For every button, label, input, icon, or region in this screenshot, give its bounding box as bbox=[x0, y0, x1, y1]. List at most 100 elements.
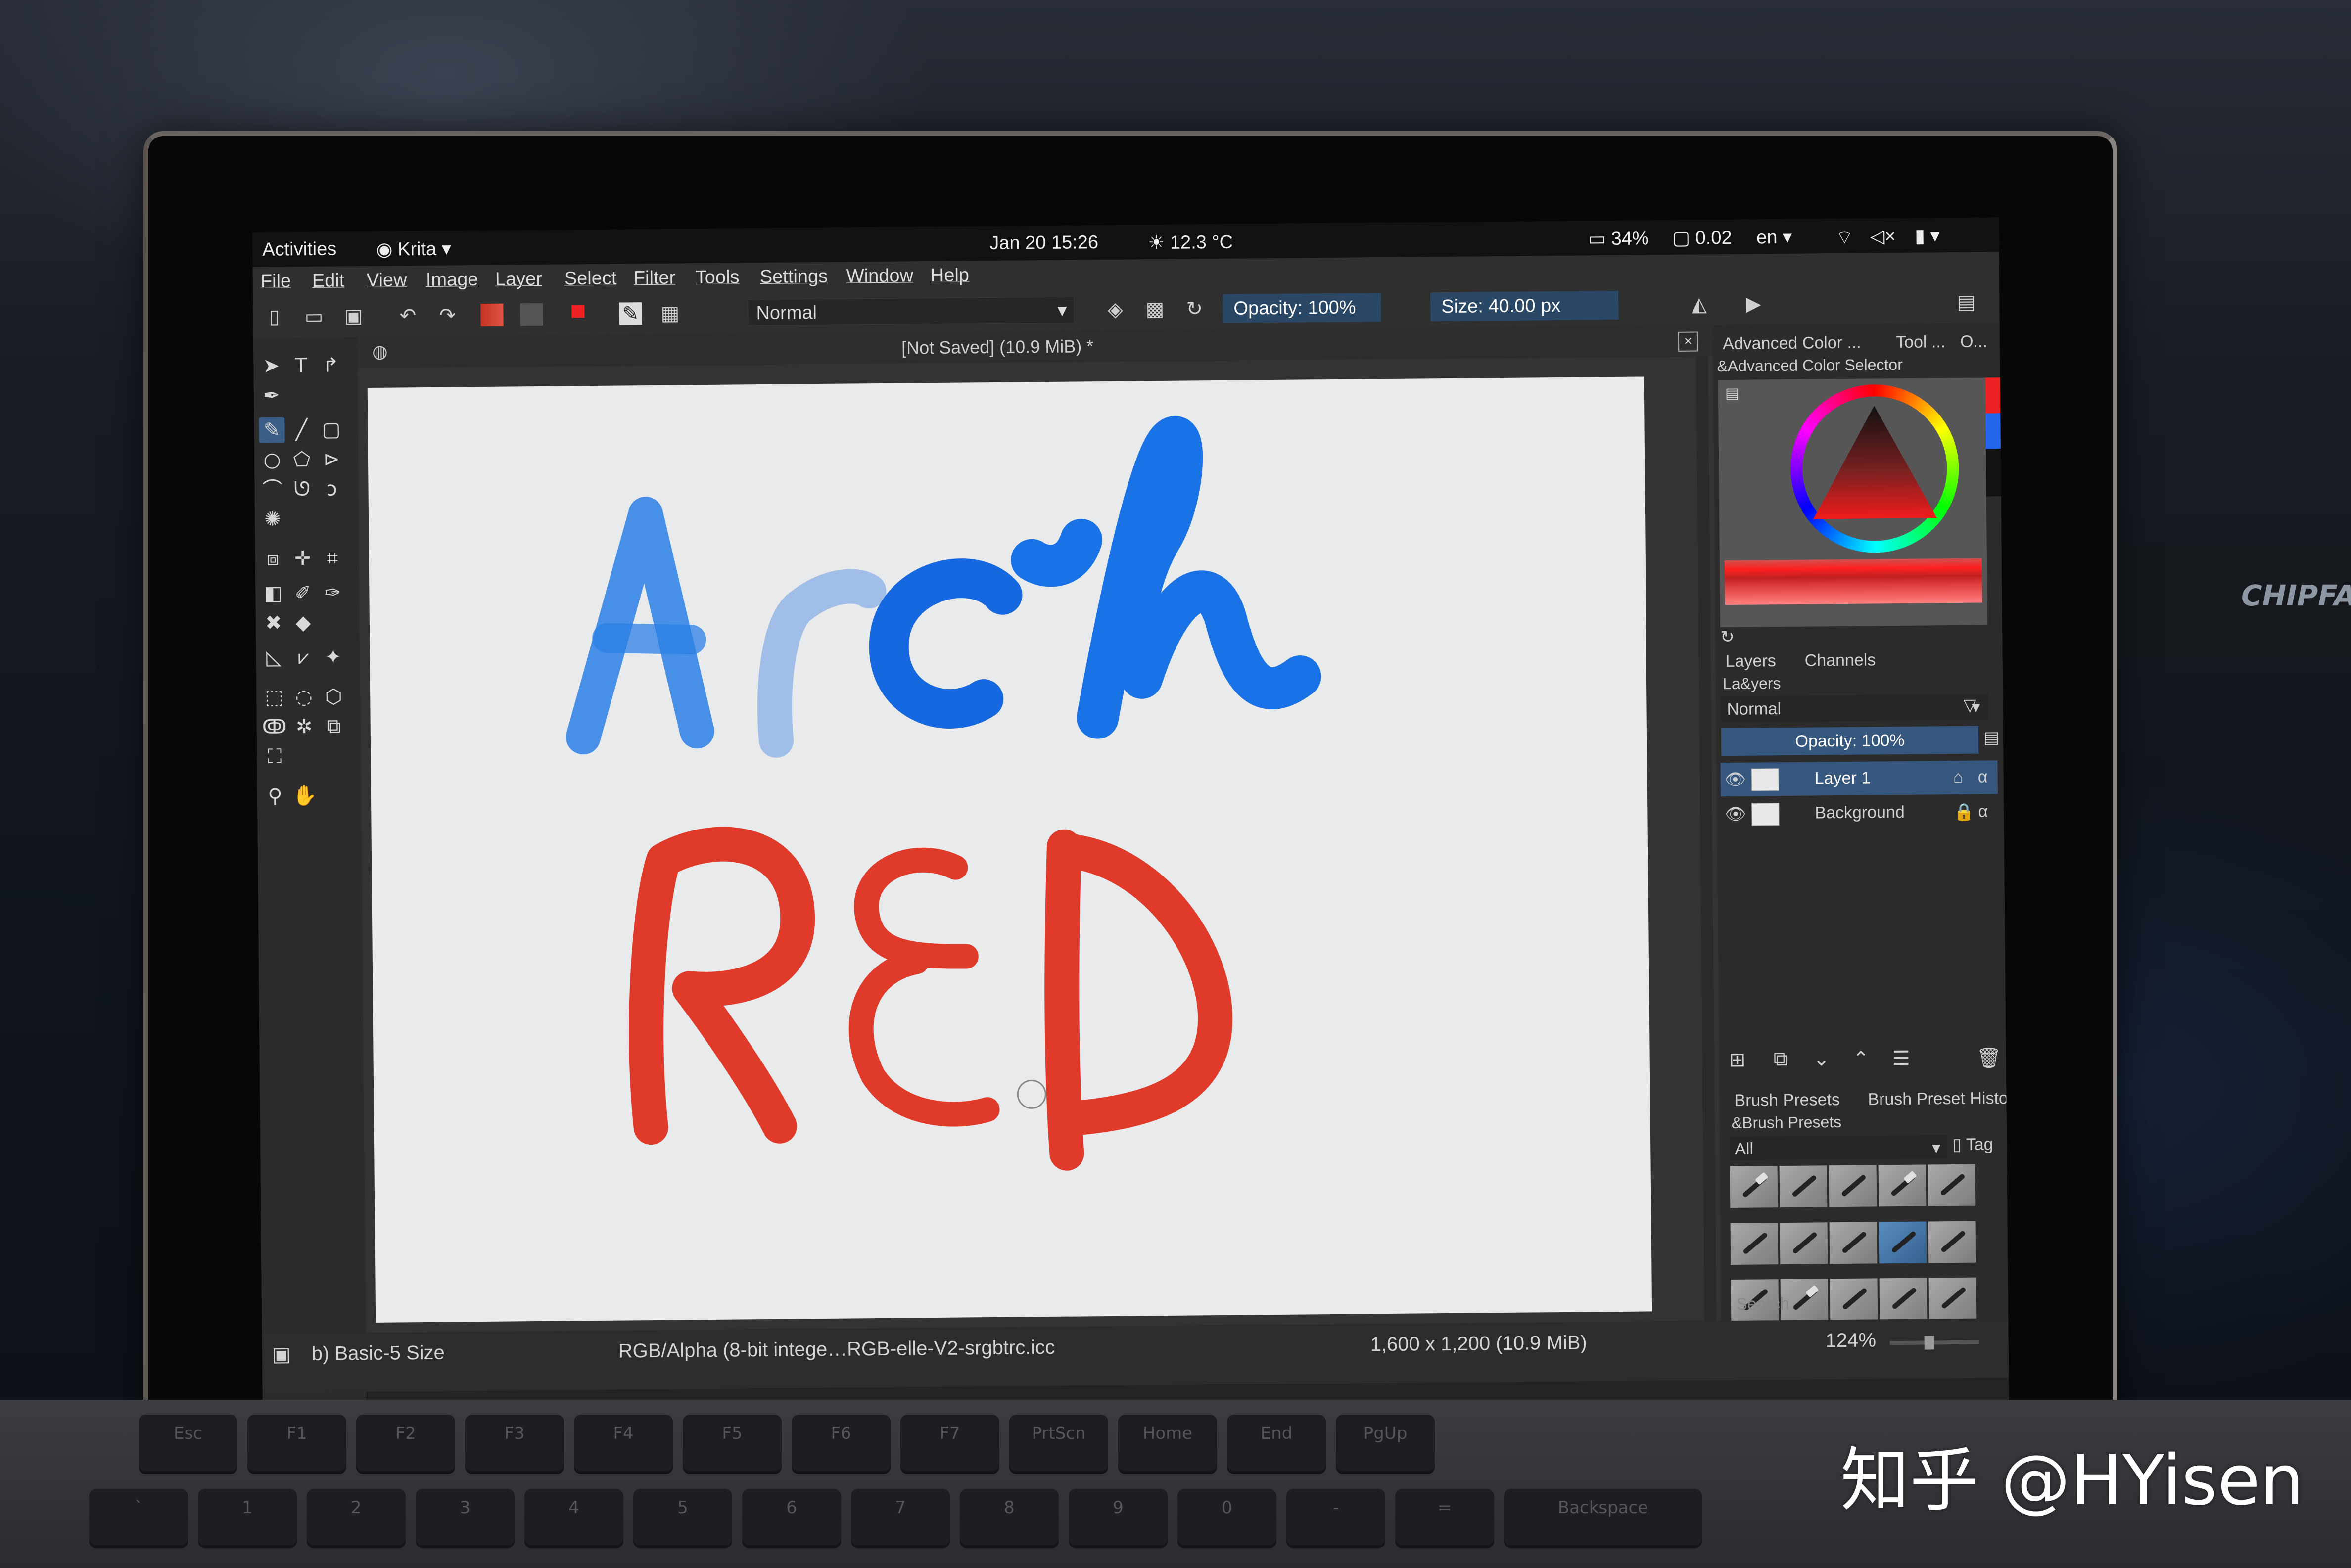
close-icon[interactable]: × bbox=[1678, 331, 1698, 352]
brush-preset[interactable] bbox=[1928, 1164, 1976, 1206]
polyline-tool-icon[interactable]: ⊳ bbox=[319, 446, 344, 472]
key[interactable]: PgUp bbox=[1336, 1415, 1435, 1474]
weather[interactable]: ☀ 12.3 °C bbox=[1148, 231, 1233, 254]
blend-mode-select[interactable]: Normal ▾ bbox=[748, 296, 1075, 326]
similar-select-tool-icon[interactable]: ⧉ bbox=[321, 713, 346, 739]
key[interactable]: F5 bbox=[683, 1415, 782, 1474]
freehand-brush-tool-icon[interactable]: ✎ bbox=[259, 417, 285, 443]
menu-help[interactable]: Help bbox=[931, 265, 970, 286]
freehand-path-tool-icon[interactable]: ᘎ bbox=[289, 476, 315, 502]
menu-settings[interactable]: Settings bbox=[760, 266, 828, 288]
eye-icon[interactable]: 👁 bbox=[1725, 770, 1746, 789]
key[interactable]: 0 bbox=[1177, 1489, 1276, 1548]
key[interactable]: 1 bbox=[198, 1489, 297, 1548]
current-brush[interactable]: b) Basic-5 Size bbox=[312, 1342, 445, 1365]
zoom-slider-handle[interactable] bbox=[1924, 1336, 1934, 1350]
tab-layers[interactable]: Layers bbox=[1726, 651, 1776, 671]
bezier-select-tool-icon[interactable]: ⛶ bbox=[262, 743, 287, 769]
rectangle-tool-icon[interactable]: ▢ bbox=[318, 416, 344, 442]
key[interactable]: 4 bbox=[524, 1489, 623, 1548]
crop-tool-icon[interactable]: ⌗ bbox=[320, 545, 345, 571]
key[interactable]: Home bbox=[1118, 1415, 1217, 1474]
smart-patch-tool-icon[interactable]: ✑ bbox=[320, 580, 345, 605]
eye-icon[interactable]: 👁 bbox=[1725, 804, 1746, 824]
key[interactable]: ` bbox=[89, 1489, 188, 1548]
volume-muted-icon[interactable]: ◁× bbox=[1870, 225, 1896, 247]
menu-view[interactable]: View bbox=[367, 270, 407, 291]
tab-overview[interactable]: O... bbox=[1960, 332, 1987, 351]
save-icon[interactable]: ▣ bbox=[342, 305, 365, 327]
tab-brush-preset-history[interactable]: Brush Preset History bbox=[1868, 1089, 2009, 1109]
brush-preset[interactable] bbox=[1878, 1164, 1927, 1207]
layer-opacity-slider[interactable]: Opacity: 100% bbox=[1721, 726, 1979, 756]
mirror-vertical-icon[interactable]: ▶ bbox=[1742, 292, 1765, 315]
rect-select-tool-icon[interactable]: ⬚ bbox=[261, 684, 287, 710]
key[interactable]: 6 bbox=[742, 1489, 841, 1548]
settings-icon[interactable]: ▤ bbox=[1725, 385, 1740, 402]
menu-edit[interactable]: Edit bbox=[312, 270, 345, 292]
inherit-alpha-icon[interactable]: α bbox=[1978, 767, 1988, 786]
zoom-slider[interactable] bbox=[1889, 1336, 1979, 1350]
key[interactable]: F7 bbox=[900, 1415, 999, 1474]
pan-tool-icon[interactable]: ✋ bbox=[292, 783, 318, 809]
key[interactable]: 7 bbox=[851, 1489, 950, 1548]
open-folder-icon[interactable]: ▭ bbox=[302, 305, 325, 328]
ellipse-select-tool-icon[interactable]: ◌ bbox=[291, 684, 317, 710]
key[interactable]: F2 bbox=[356, 1415, 455, 1474]
zoom-level[interactable]: 124% bbox=[1825, 1329, 1876, 1352]
menu-file[interactable]: File bbox=[261, 271, 291, 292]
brush-preset[interactable] bbox=[1829, 1165, 1877, 1207]
menu-select[interactable]: Select bbox=[564, 268, 617, 290]
freehand-select-tool-icon[interactable]: ↂ bbox=[261, 714, 287, 739]
filter-icon[interactable]: ▽ bbox=[1963, 695, 1976, 715]
key[interactable]: 5 bbox=[633, 1489, 732, 1548]
drawing-canvas[interactable] bbox=[367, 376, 1652, 1323]
clock[interactable]: Jan 20 15:26 bbox=[989, 232, 1098, 254]
move-tool-icon[interactable]: ✛ bbox=[290, 546, 316, 571]
power-icon[interactable]: ▮ ▾ bbox=[1915, 225, 1940, 247]
gradient-picker[interactable] bbox=[480, 303, 504, 326]
menu-window[interactable]: Window bbox=[846, 265, 914, 287]
refresh-icon[interactable]: ↻ bbox=[1720, 627, 1735, 647]
dynamic-brush-tool-icon[interactable]: ↄ bbox=[319, 476, 344, 502]
fill-tool-icon[interactable]: ◆ bbox=[290, 610, 316, 636]
move-layer-up-icon[interactable]: ⌃ bbox=[1853, 1048, 1870, 1070]
brush-preset[interactable] bbox=[1830, 1278, 1878, 1321]
key[interactable]: = bbox=[1395, 1489, 1494, 1548]
tab-brush-presets[interactable]: Brush Presets bbox=[1734, 1090, 1840, 1110]
menu-tools[interactable]: Tools bbox=[696, 267, 740, 288]
layer-properties-icon[interactable]: ▤ bbox=[1983, 728, 1999, 747]
app-menu[interactable]: ◉ Krita ▾ bbox=[376, 237, 451, 260]
reload-preset-icon[interactable]: ↻ bbox=[1183, 297, 1206, 320]
key[interactable]: 8 bbox=[960, 1489, 1059, 1548]
brush-preset[interactable] bbox=[1780, 1222, 1828, 1264]
brush-tag-filter[interactable]: All ▾ bbox=[1730, 1135, 1948, 1161]
wifi-icon[interactable]: ⌔ bbox=[1835, 226, 1853, 249]
key[interactable]: PrtScn bbox=[1009, 1415, 1108, 1474]
polygon-select-tool-icon[interactable]: ⬡ bbox=[321, 684, 346, 709]
key[interactable]: Esc bbox=[139, 1415, 237, 1474]
eraser-icon[interactable]: ◈ bbox=[1104, 298, 1127, 321]
brush-preset[interactable] bbox=[1730, 1222, 1779, 1265]
inherit-alpha-icon[interactable]: α bbox=[1978, 802, 1988, 821]
activities-button[interactable]: Activities bbox=[262, 239, 336, 261]
menu-layer[interactable]: Layer bbox=[495, 269, 542, 290]
zoom-tool-icon[interactable]: ⚲ bbox=[262, 783, 288, 809]
layer-properties-icon[interactable]: ☰ bbox=[1892, 1047, 1910, 1070]
duplicate-layer-icon[interactable]: ⧉ bbox=[1774, 1048, 1788, 1070]
key[interactable]: 3 bbox=[416, 1489, 515, 1548]
new-document-icon[interactable]: ▯ bbox=[263, 305, 285, 328]
key[interactable]: Backspace bbox=[1504, 1489, 1702, 1548]
text-tool-icon[interactable]: T bbox=[288, 353, 314, 378]
select-shapes-tool-icon[interactable]: ➤ bbox=[258, 353, 284, 378]
brush-preset[interactable] bbox=[1730, 1166, 1778, 1208]
color-patches[interactable] bbox=[1985, 377, 2001, 497]
color-picker-tool-icon[interactable]: ✐ bbox=[290, 580, 316, 606]
key[interactable]: F3 bbox=[465, 1415, 564, 1474]
brush-preset-icon[interactable]: ✎ bbox=[619, 302, 642, 325]
move-layer-down-icon[interactable]: ⌄ bbox=[1813, 1048, 1830, 1070]
toolbar-menu-icon[interactable]: ▤ bbox=[1955, 291, 1977, 314]
load-indicator[interactable]: ▢ 0.02 bbox=[1672, 227, 1732, 249]
fg-bg-color-swap-icon[interactable] bbox=[569, 303, 592, 325]
alpha-lock-icon[interactable]: ⌂ bbox=[1953, 768, 1964, 787]
